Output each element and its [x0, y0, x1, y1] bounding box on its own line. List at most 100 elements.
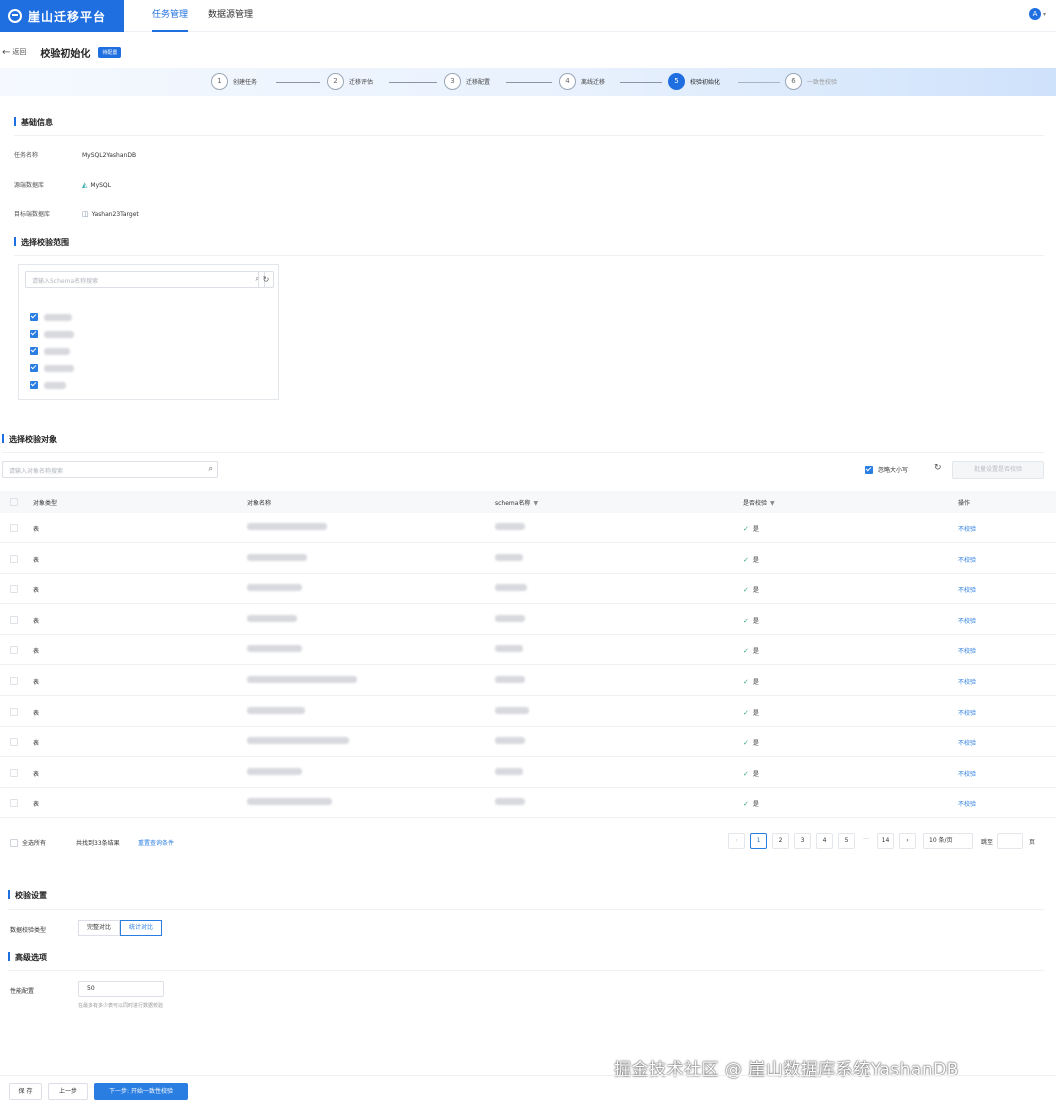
- prev-step-button[interactable]: 上一步: [48, 1083, 88, 1100]
- row-checkbox[interactable]: [10, 585, 18, 594]
- prev-page-button[interactable]: ‹: [728, 833, 745, 849]
- schema-item[interactable]: [30, 381, 66, 389]
- skip-verify-link[interactable]: 不校验: [958, 616, 976, 625]
- mode-stat-compare[interactable]: 统计对比: [120, 920, 163, 936]
- select-all[interactable]: 全选所有: [10, 838, 46, 847]
- cell-verify: ✓ 是: [743, 769, 759, 778]
- search-icon[interactable]: ⌕: [209, 464, 213, 474]
- next-step-button[interactable]: 下一步: 开始一致性校验: [94, 1083, 188, 1100]
- row-checkbox[interactable]: [10, 768, 18, 777]
- checkbox[interactable]: [10, 838, 18, 847]
- skip-verify-link[interactable]: 不校验: [958, 585, 976, 594]
- schema-search-input[interactable]: 请输入Schema名称搜索 ⌕: [25, 271, 265, 288]
- skip-verify-link[interactable]: 不校验: [958, 646, 976, 655]
- perf-input[interactable]: 50: [78, 981, 164, 997]
- schema-item[interactable]: [30, 313, 72, 321]
- schema-item[interactable]: [30, 347, 70, 355]
- batch-set-verify-button[interactable]: 批量设置是否校验: [952, 461, 1044, 479]
- tab-datasource-management[interactable]: 数据源管理: [208, 0, 253, 32]
- blurred-schema-name: [495, 676, 525, 683]
- refresh-icon[interactable]: ↻: [258, 271, 274, 288]
- cell-name: [247, 706, 305, 716]
- skip-verify-link[interactable]: 不校验: [958, 708, 976, 717]
- table-row: 表 ✓ 是 不校验: [0, 666, 1056, 696]
- ignore-case-toggle[interactable]: 忽略大小写: [865, 465, 908, 474]
- blurred-object-name: [247, 798, 332, 806]
- cell-name: [247, 767, 302, 777]
- table-row: 表 ✓ 是 不校验: [0, 758, 1056, 788]
- row-checkbox[interactable]: [10, 524, 18, 532]
- jump-page-input[interactable]: [997, 833, 1024, 849]
- checkbox[interactable]: [30, 364, 38, 372]
- divider: [2, 452, 1044, 453]
- checkbox[interactable]: [30, 330, 38, 338]
- checkbox[interactable]: [30, 313, 38, 321]
- col-verify[interactable]: 是否校验 ▼: [743, 498, 775, 507]
- row-checkbox[interactable]: [10, 799, 18, 808]
- page-button[interactable]: 2: [772, 833, 789, 849]
- schema-scope-panel: 请输入Schema名称搜索 ⌕ ↻: [18, 264, 279, 400]
- brand-name: 崖山迁移平台: [28, 9, 107, 24]
- step-2: 2 迁移评估: [327, 73, 373, 90]
- skip-verify-link[interactable]: 不校验: [958, 555, 976, 564]
- page-button[interactable]: 5: [838, 833, 855, 849]
- next-page-button[interactable]: ›: [899, 833, 916, 849]
- chevron-down-icon: ▾: [1042, 10, 1046, 18]
- page-button[interactable]: 3: [794, 833, 811, 849]
- row-checkbox[interactable]: [10, 707, 18, 716]
- mysql-icon: ◭: [82, 181, 88, 189]
- page-button[interactable]: 1: [750, 833, 767, 849]
- page-unit-label: 页: [1029, 838, 1036, 846]
- skip-verify-link[interactable]: 不校验: [958, 738, 976, 747]
- cell-type: 表: [33, 526, 40, 533]
- row-checkbox[interactable]: [10, 738, 18, 747]
- verify-mode-label: 数据校验类型: [10, 927, 47, 934]
- checkbox[interactable]: [30, 381, 38, 389]
- back-button[interactable]: ← 返回: [2, 47, 26, 58]
- header-checkbox[interactable]: [10, 498, 18, 506]
- row-checkbox[interactable]: [10, 615, 18, 624]
- step-connector: [506, 82, 552, 83]
- cell-schema: [495, 645, 523, 654]
- skip-verify-link[interactable]: 不校验: [958, 524, 976, 533]
- ignore-case-label: 忽略大小写: [878, 467, 909, 474]
- section-title-scope: 选择校验范围: [14, 237, 69, 248]
- filter-icon[interactable]: ▼: [533, 500, 538, 507]
- verify-value: 是: [752, 740, 759, 748]
- col-schema[interactable]: schema名称 ▼: [495, 498, 538, 507]
- step-label: 离线迁移: [581, 79, 606, 86]
- row-checkbox[interactable]: [10, 677, 18, 685]
- filter-icon[interactable]: ▼: [770, 500, 775, 507]
- save-button[interactable]: 保 存: [9, 1083, 42, 1100]
- refresh-icon[interactable]: ↻: [934, 463, 942, 473]
- cell-type: 表: [33, 587, 40, 595]
- user-menu[interactable]: A ▾: [1028, 8, 1046, 20]
- cell-name: [247, 798, 332, 807]
- checkbox[interactable]: [865, 465, 873, 474]
- schema-item[interactable]: [30, 330, 74, 338]
- page-size-select[interactable]: 10 条/页: [923, 833, 973, 849]
- tab-task-management[interactable]: 任务管理: [152, 0, 189, 32]
- schema-item[interactable]: [30, 364, 74, 372]
- object-search-input[interactable]: 请输入对象名称搜索 ⌕: [2, 461, 218, 478]
- brand[interactable]: 崖山迁移平台: [0, 0, 124, 32]
- skip-verify-link[interactable]: 不校验: [958, 769, 976, 778]
- page-button[interactable]: 4: [816, 833, 833, 849]
- table-row: 表 ✓ 是 不校验: [0, 605, 1056, 635]
- skip-verify-link[interactable]: 不校验: [958, 677, 976, 686]
- checkbox[interactable]: [30, 347, 38, 355]
- mode-full-compare[interactable]: 完整对比: [78, 920, 121, 936]
- step-6: 6 一致性校验: [785, 73, 837, 90]
- reset-query-link[interactable]: 重置查询条件: [138, 838, 174, 847]
- avatar[interactable]: A: [1028, 8, 1041, 20]
- page-button-last[interactable]: 14: [877, 833, 894, 849]
- verify-value: 是: [752, 587, 759, 595]
- section-title-advanced: 高级选项: [8, 952, 47, 963]
- step-number: 5: [668, 73, 685, 90]
- row-checkbox[interactable]: [10, 554, 18, 563]
- skip-verify-link[interactable]: 不校验: [958, 799, 976, 808]
- page-ellipsis[interactable]: ···: [860, 833, 872, 849]
- check-icon: ✓: [743, 586, 749, 595]
- task-name-value: MySQL2YashanDB: [82, 152, 137, 159]
- row-checkbox[interactable]: [10, 646, 18, 655]
